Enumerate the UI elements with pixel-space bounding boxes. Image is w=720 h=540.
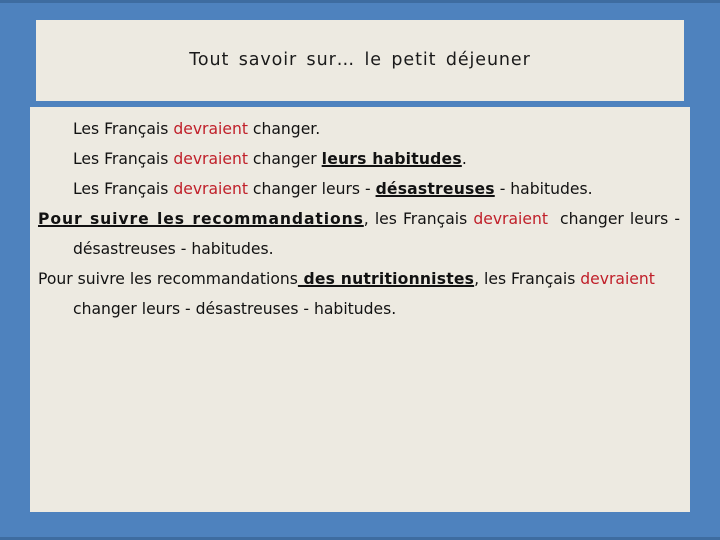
text-segment-emphasis-red: devraient <box>173 180 248 198</box>
text-segment: changer. <box>247 120 321 138</box>
text-segment: changer <box>247 150 322 168</box>
body-line-4: Pour suivre les recommandations, les Fra… <box>38 204 680 264</box>
text-segment-emphasis-red: devraient <box>173 150 248 168</box>
text-segment-emphasis-red: devraient <box>580 270 655 288</box>
text-segment: Pour suivre les recommandations <box>38 270 298 288</box>
text-segment: Les Français <box>73 120 174 138</box>
text-segment-emphasis-underline: désastreuses <box>375 180 495 198</box>
body-line-1: Les Français devraient changer. <box>38 114 680 144</box>
text-segment-emphasis-underline: Pour suivre les recommandations <box>38 210 364 228</box>
body-placeholder: Les Français devraient changer. Les Fran… <box>30 107 690 512</box>
text-segment-emphasis-underline: des nutritionnistes <box>297 270 475 288</box>
text-segment: changer leurs - désastreuses - habitudes… <box>73 300 397 318</box>
body-line-3: Les Français devraient changer leurs - d… <box>38 174 680 204</box>
text-segment-emphasis-red: devraient <box>473 210 548 228</box>
text-segment: - habitudes. <box>494 180 593 198</box>
page-title: Tout savoir sur… le petit déjeuner <box>189 50 531 70</box>
text-segment: Les Français <box>73 150 174 168</box>
title-placeholder: Tout savoir sur… le petit déjeuner <box>36 20 684 101</box>
text-segment: , les Français <box>474 270 581 288</box>
body-line-5: Pour suivre les recommandations des nutr… <box>38 264 680 324</box>
text-segment-emphasis-red: devraient <box>173 120 248 138</box>
text-segment: Les Français <box>73 180 174 198</box>
text-segment: , les Français <box>363 210 474 228</box>
text-segment-emphasis-underline: leurs habitudes <box>321 150 462 168</box>
body-line-2: Les Français devraient changer leurs hab… <box>38 144 680 174</box>
text-segment: changer leurs - <box>247 180 376 198</box>
text-segment: . <box>461 150 467 168</box>
slide-canvas: Tout savoir sur… le petit déjeuner Les F… <box>0 0 720 540</box>
